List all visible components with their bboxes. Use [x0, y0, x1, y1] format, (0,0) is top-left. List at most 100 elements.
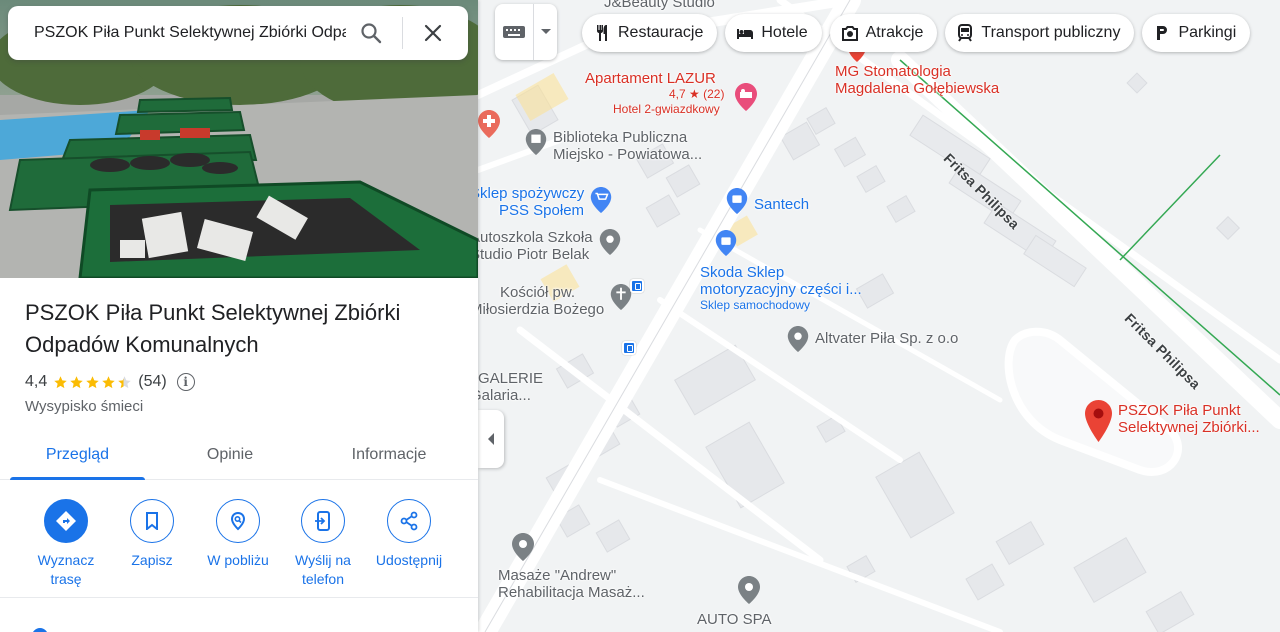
keyboard-icon[interactable] [495, 24, 533, 40]
place-title: PSZOK Piła Punkt Selektywnej Zbiórki Odp… [25, 300, 401, 357]
poi-skoda-sub: Sklep samochodowy [700, 298, 811, 312]
poi-apartament-lazur[interactable]: Apartament LAZUR 4,7 ★ (22) Hotel 2-gwia… [585, 70, 724, 117]
place-category[interactable]: Wysypisko śmieci [25, 398, 143, 415]
tab-label: Przegląd [45, 446, 110, 463]
selected-place-pin-icon [1085, 400, 1112, 442]
chip-transport-publiczny[interactable]: Transport publiczny [945, 14, 1135, 52]
chip-label: Parkingi [1178, 24, 1237, 41]
poi-jbeauty[interactable]: J&Beauty Studio [604, 0, 715, 11]
clear-search-button[interactable] [409, 6, 457, 60]
poi-kosciol-line2: Miłosierdzia Bożego [470, 301, 605, 318]
poi-autospa-label: AUTO SPA [697, 611, 772, 628]
poi-altvater-label: Altvater Piła Sp. z o.o [815, 330, 959, 347]
poi-altvater[interactable]: Altvater Piła Sp. z o.o [787, 326, 958, 352]
poi-kosciol[interactable]: Kościół pw. Miłosierdzia Bożego [470, 284, 632, 318]
info-icon[interactable]: i [176, 373, 195, 391]
place-tabs: Przegląd Opinie Informacje [0, 430, 478, 480]
poi-sklep-line1: Sklep spożywczy [470, 185, 585, 202]
action-label: Wyślij na telefon [295, 552, 351, 587]
directions-button[interactable]: Wyznacz trasę [23, 499, 109, 589]
tab-przeglad[interactable]: Przegląd [0, 430, 155, 480]
nearby-icon [216, 499, 260, 543]
chip-hotele[interactable]: Hotele [725, 14, 822, 52]
camera-icon [841, 26, 858, 41]
poi-biblioteka[interactable]: Biblioteka Publiczna Miejsko - Powiatowa… [525, 129, 702, 163]
shop-pin-icon [715, 230, 737, 256]
poi-skoda-sklep[interactable] [715, 230, 737, 256]
church-pin-icon [611, 284, 632, 310]
poi-apartament-sub: Hotel 2-gwiazdkowy [613, 102, 720, 116]
school-pin-icon [599, 229, 620, 255]
search-button[interactable] [346, 6, 396, 60]
poi-pszok-selected[interactable]: PSZOK Piła Punkt Selektywnej Zbiórki... [1085, 400, 1260, 442]
search-input[interactable] [34, 24, 346, 42]
search-icon [361, 23, 382, 44]
bus-stop-icon[interactable] [630, 279, 644, 293]
review-count[interactable]: (54) [138, 373, 166, 391]
poi-galerie[interactable]: GALERIE Galaria... [470, 370, 543, 404]
action-label: Udostępnij [375, 552, 443, 568]
tab-opinie[interactable]: Opinie [155, 430, 305, 480]
poi-sklep-spozywczy[interactable]: Sklep spożywczy PSS Społem [470, 185, 612, 219]
save-button[interactable]: Zapisz [109, 499, 195, 570]
rating-stars [53, 375, 132, 390]
poi-autoszkola[interactable]: Autoszkola Szkoła Studio Piotr Belak [470, 229, 621, 263]
poi-autospa[interactable]: AUTO SPA [697, 611, 771, 628]
poi-santech[interactable]: Santech [726, 188, 809, 214]
poi-jbeauty-label: J&Beauty Studio [604, 0, 715, 11]
hospital-pin-icon [478, 110, 500, 143]
poi-masaze[interactable]: Masaże "Andrew" Rehabilitacja Masaż... [498, 567, 645, 601]
rating-value: 4,4 [25, 373, 48, 390]
poi-pszok-line2: Selektywnej Zbiórki... [1118, 419, 1260, 436]
hotel-icon [737, 29, 754, 39]
hotel-pin-icon [735, 83, 757, 116]
chip-parkingi[interactable]: Parkingi [1142, 14, 1251, 52]
search-box [8, 6, 468, 60]
rating-row: 4,4 (54) i [25, 373, 195, 391]
poi-mg-line2: Magdalena Gołębiewska [835, 80, 1000, 97]
input-tools-control[interactable] [495, 4, 557, 60]
poi-masaze-line1: Masaże "Andrew" [498, 567, 617, 584]
chip-label: Hotele [761, 24, 808, 41]
chip-atrakcje[interactable]: Atrakcje [829, 14, 938, 52]
poi-pszok-line1: PSZOK Piła Punkt [1118, 402, 1241, 419]
chevron-down-icon[interactable] [533, 4, 557, 60]
send-to-phone-icon [301, 499, 345, 543]
poi-autoszkola-line2: Studio Piotr Belak [470, 246, 590, 263]
chip-label: Transport publiczny [981, 24, 1121, 41]
poi-mg-stomatologia[interactable]: MG Stomatologia Magdalena Gołębiewska [835, 63, 999, 97]
bus-stop-icon[interactable] [622, 341, 636, 355]
star-icon [70, 375, 83, 388]
bookmark-icon [130, 499, 174, 543]
nearby-button[interactable]: W pobliżu [195, 499, 281, 570]
place-pin-icon [787, 326, 809, 352]
shopping-cart-pin-icon [591, 187, 612, 213]
star-icon [54, 375, 67, 388]
star-icon [102, 375, 115, 388]
address-pin-icon [32, 628, 48, 632]
poi-apartament-label: Apartament LAZUR [585, 70, 716, 87]
parking-icon [1157, 26, 1168, 40]
restaurant-icon [597, 25, 607, 41]
action-label: Wyznacz trasę [37, 552, 95, 587]
library-pin-icon [525, 129, 547, 155]
tab-label: Informacje [351, 446, 427, 463]
chip-restauracje[interactable]: Restauracje [582, 14, 718, 52]
star-icon [118, 375, 131, 388]
share-button[interactable]: Udostępnij [366, 499, 452, 570]
star-icon [86, 375, 99, 388]
massage-pin-icon [512, 533, 534, 566]
tab-label: Opinie [206, 446, 254, 463]
poi-galerie-line1: GALERIE [478, 370, 544, 387]
poi-skoda-line2: motoryzacyjny części i... [700, 281, 862, 298]
poi-biblioteka-line2: Miejsko - Powiatowa... [553, 146, 703, 163]
close-icon [424, 24, 442, 42]
collapse-panel-button[interactable] [478, 410, 504, 468]
place-photo[interactable] [0, 0, 478, 278]
poi-skoda-line1: Skoda Sklep [700, 264, 785, 281]
action-label: W pobliżu [207, 552, 269, 568]
place-details-panel: PSZOK Piła Punkt Selektywnej Zbiórki Odp… [0, 0, 478, 632]
send-to-phone-button[interactable]: Wyślij na telefon [280, 499, 366, 589]
share-icon [387, 499, 431, 543]
tab-informacje[interactable]: Informacje [305, 430, 473, 480]
